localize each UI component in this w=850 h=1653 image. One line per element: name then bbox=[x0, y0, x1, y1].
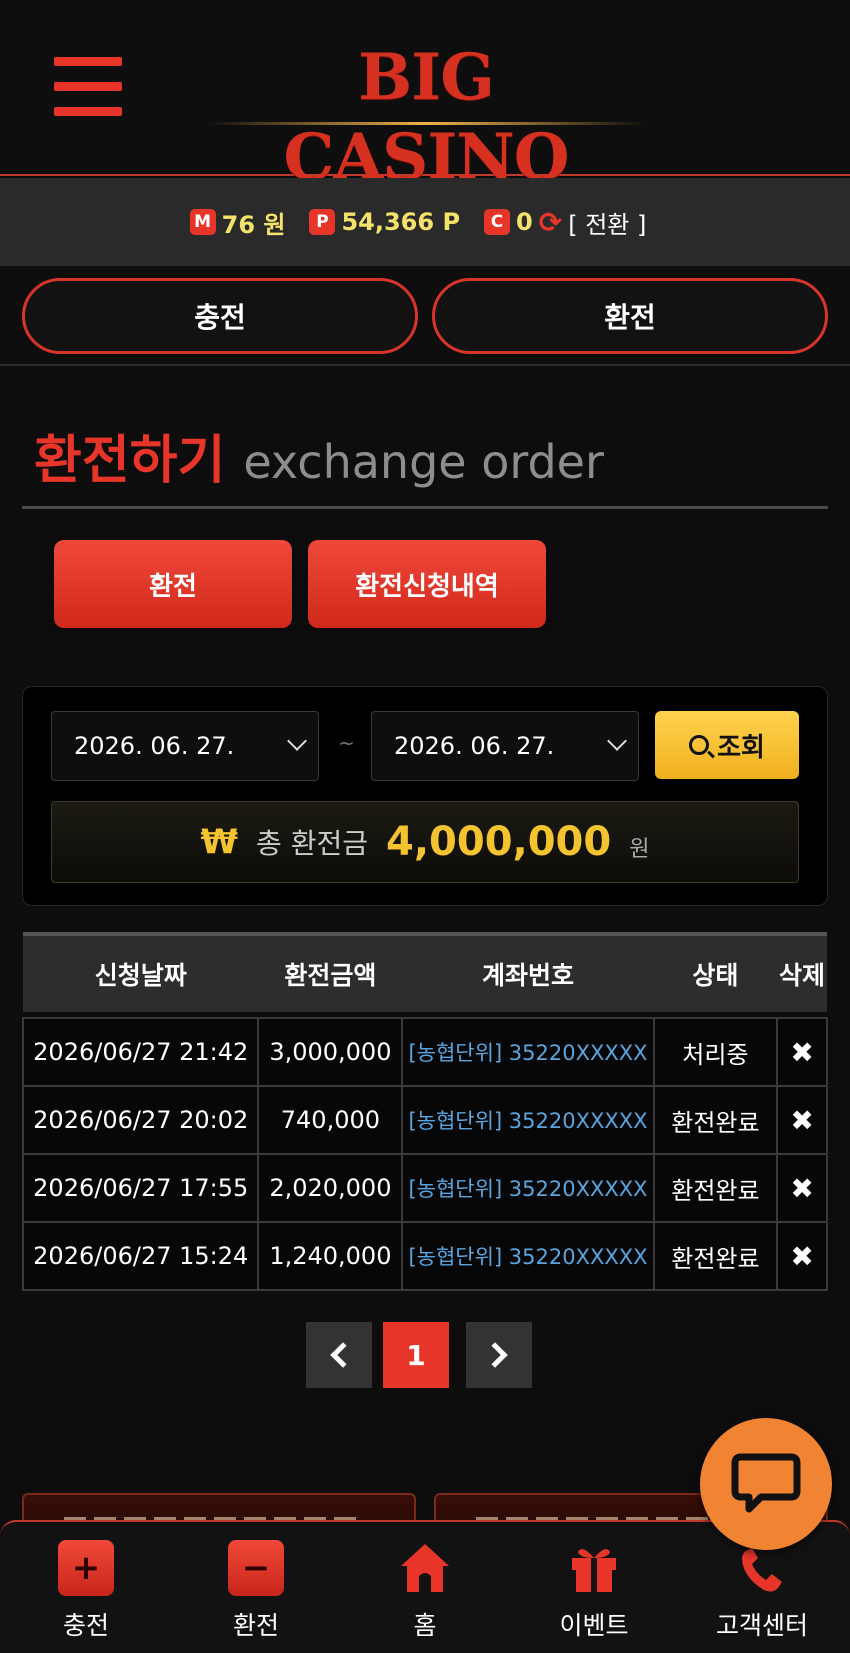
page-title-ko: 환전하기 bbox=[34, 431, 226, 491]
chevron-down-icon bbox=[287, 731, 307, 751]
nav-deposit[interactable]: + 충전 bbox=[26, 1540, 146, 1650]
home-icon bbox=[397, 1540, 453, 1596]
table-row: 2026/06/27 21:42 3,000,000 [농협단위] 35220X… bbox=[21, 1017, 828, 1087]
search-icon bbox=[689, 735, 710, 755]
date-from-select[interactable]: 2026. 06. 27. bbox=[51, 711, 319, 781]
delete-icon[interactable]: ✖ bbox=[790, 1036, 813, 1069]
chevron-left-icon bbox=[330, 1342, 356, 1368]
logo-underline bbox=[206, 122, 646, 125]
table-row: 2026/06/27 20:02 740,000 [농협단위] 35220XXX… bbox=[21, 1085, 828, 1155]
cell-account: [농협단위] 35220XXXXX bbox=[401, 1085, 655, 1155]
nav-event-label: 이벤트 bbox=[559, 1611, 629, 1640]
exchange-table: 신청날짜 환전금액 계좌번호 상태 삭제 2026/06/27 21:42 3,… bbox=[21, 932, 828, 1291]
chevron-down-icon bbox=[607, 731, 627, 751]
title-divider bbox=[22, 506, 828, 509]
pagination-current[interactable]: 1 bbox=[383, 1322, 449, 1388]
logo-text: BIG CASINO bbox=[283, 40, 570, 195]
exchange-history-button[interactable]: 환전신청내역 bbox=[308, 540, 546, 628]
money-value: 76 원 bbox=[221, 210, 286, 239]
pagination-prev[interactable] bbox=[306, 1322, 372, 1388]
page-title: 환전하기 exchange order bbox=[34, 418, 604, 493]
table-row: 2026/06/27 15:24 1,240,000 [농협단위] 35220X… bbox=[21, 1221, 828, 1291]
nav-deposit-label: 충전 bbox=[62, 1611, 109, 1640]
cell-account: [농협단위] 35220XXXXX bbox=[401, 1017, 655, 1087]
cell-account: [농협단위] 35220XXXXX bbox=[401, 1153, 655, 1223]
cell-amount: 3,000,000 bbox=[257, 1017, 404, 1087]
cell-date: 2026/06/27 17:55 bbox=[21, 1153, 260, 1223]
nav-home[interactable]: 홈 bbox=[365, 1540, 485, 1650]
delete-icon[interactable]: ✖ bbox=[790, 1240, 813, 1273]
coin-value: 0 bbox=[516, 208, 533, 236]
total-value: 4,000,000 bbox=[386, 819, 612, 865]
nav-withdraw[interactable]: − 환전 bbox=[196, 1540, 316, 1650]
nav-home-label: 홈 bbox=[413, 1611, 437, 1640]
cell-date: 2026/06/27 21:42 bbox=[21, 1017, 260, 1087]
date-to-select[interactable]: 2026. 06. 27. bbox=[371, 711, 639, 781]
cell-amount: 740,000 bbox=[257, 1085, 404, 1155]
cell-status: 환전완료 bbox=[652, 1085, 779, 1155]
tab-deposit[interactable]: 충전 bbox=[22, 278, 418, 354]
total-unit: 원 bbox=[629, 837, 650, 862]
cell-date: 2026/06/27 15:24 bbox=[21, 1221, 260, 1291]
nav-support[interactable]: 고객센터 bbox=[702, 1540, 822, 1650]
delete-icon[interactable]: ✖ bbox=[790, 1104, 813, 1137]
coin-badge: C bbox=[484, 209, 511, 235]
money-balance: M 76 원 bbox=[189, 205, 286, 240]
chat-button[interactable] bbox=[700, 1418, 832, 1550]
chat-icon bbox=[731, 1453, 801, 1513]
gift-icon bbox=[566, 1540, 622, 1596]
cell-date: 2026/06/27 20:02 bbox=[21, 1085, 260, 1155]
coin-balance: C 0 ⟳ [ 전환 ] bbox=[484, 205, 646, 240]
exchange-button[interactable]: 환전 bbox=[54, 540, 292, 628]
search-button-label: 조회 bbox=[717, 732, 765, 763]
date-to-value: 2026. 06. 27. bbox=[394, 732, 555, 760]
cell-amount: 2,020,000 bbox=[257, 1153, 404, 1223]
balance-bar: M 76 원 P 54,366 P C 0 ⟳ [ 전환 ] bbox=[0, 178, 850, 266]
page-title-en: exchange order bbox=[243, 435, 604, 489]
header-status: 상태 bbox=[653, 932, 778, 1012]
refresh-icon[interactable]: ⟳ bbox=[539, 206, 562, 239]
point-balance: P 54,366 P bbox=[309, 208, 460, 236]
header-amount: 환전금액 bbox=[258, 932, 403, 1012]
header: BIG CASINO bbox=[0, 0, 850, 195]
search-button[interactable]: 조회 bbox=[655, 711, 799, 779]
cell-amount: 1,240,000 bbox=[257, 1221, 404, 1291]
cell-status: 처리중 bbox=[652, 1017, 779, 1087]
nav-support-label: 고객센터 bbox=[715, 1611, 808, 1640]
header-date: 신청날짜 bbox=[23, 932, 259, 1012]
header-account: 계좌번호 bbox=[402, 932, 654, 1012]
nav-withdraw-label: 환전 bbox=[232, 1611, 279, 1640]
total-label: 총 환전금 bbox=[256, 827, 368, 860]
bottom-nav: + 충전 − 환전 홈 이벤트 고객센터 bbox=[0, 1520, 850, 1653]
delete-icon[interactable]: ✖ bbox=[790, 1172, 813, 1205]
minus-icon: − bbox=[228, 1540, 284, 1596]
tab-withdraw[interactable]: 환전 bbox=[432, 278, 828, 354]
point-badge: P bbox=[309, 209, 336, 235]
cell-account: [농협단위] 35220XXXXX bbox=[401, 1221, 655, 1291]
pagination-next[interactable] bbox=[466, 1322, 532, 1388]
search-panel: 2026. 06. 27. ~ 2026. 06. 27. 조회 ₩ 총 환전금… bbox=[22, 686, 828, 906]
point-value: 54,366 P bbox=[341, 208, 461, 236]
date-from-value: 2026. 06. 27. bbox=[74, 732, 235, 760]
chevron-right-icon bbox=[482, 1342, 508, 1368]
cell-status: 환전완료 bbox=[652, 1153, 779, 1223]
plus-icon: + bbox=[58, 1540, 114, 1596]
convert-link[interactable]: [ 전환 ] bbox=[568, 205, 646, 240]
money-badge: M bbox=[189, 209, 216, 235]
date-separator: ~ bbox=[338, 731, 355, 755]
table-row: 2026/06/27 17:55 2,020,000 [농협단위] 35220X… bbox=[21, 1153, 828, 1223]
header-delete: 삭제 bbox=[777, 932, 827, 1012]
cell-status: 환전완료 bbox=[652, 1221, 779, 1291]
hamburger-menu-icon[interactable] bbox=[54, 57, 122, 117]
logo[interactable]: BIG CASINO bbox=[206, 38, 646, 195]
top-tabs: 충전 환전 bbox=[0, 266, 850, 366]
nav-event[interactable]: 이벤트 bbox=[534, 1540, 654, 1650]
total-exchange: ₩ 총 환전금 4,000,000 원 bbox=[51, 801, 799, 883]
won-icon: ₩ bbox=[200, 822, 239, 862]
